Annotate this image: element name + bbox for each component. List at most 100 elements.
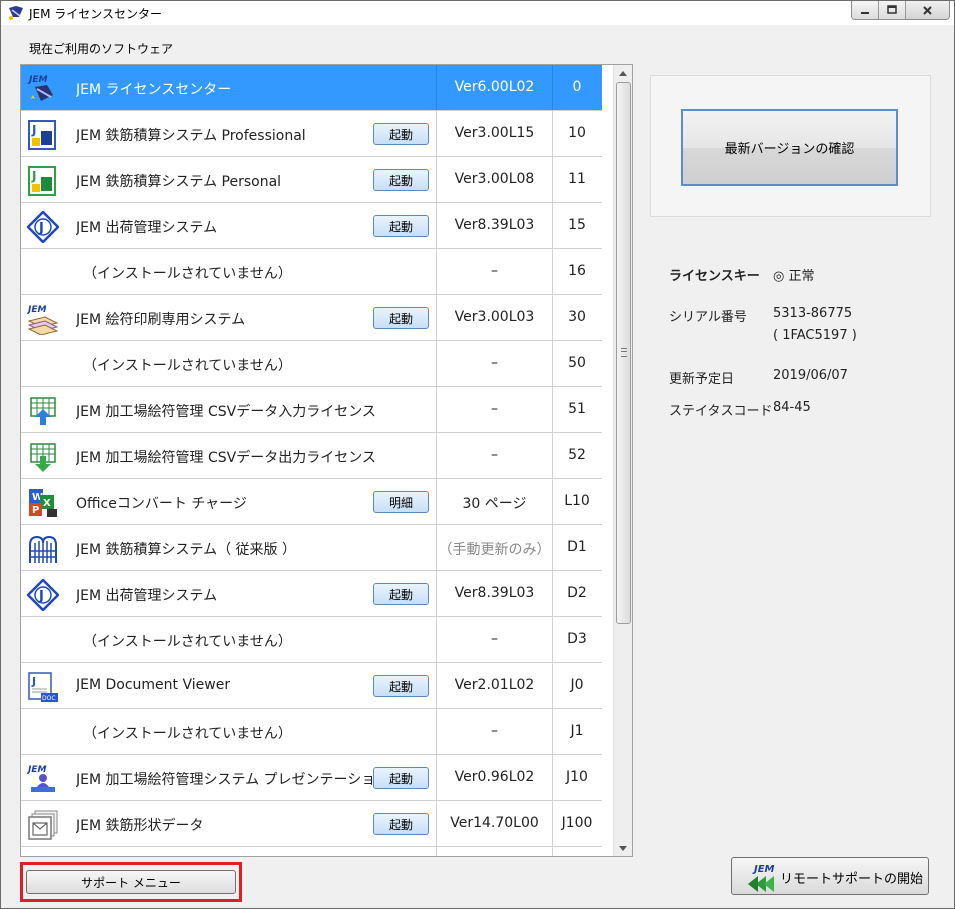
support-menu-button[interactable]: サポート メニュー: [26, 870, 236, 894]
table-row[interactable]: W X P Officeコンバート チャージ 明細 30 ページ L10: [21, 479, 602, 525]
jem-shipping-icon: J: [27, 579, 59, 611]
table-row[interactable]: JEM 加工場絵符管理 CSVデータ出力ライセンス – 52: [21, 433, 602, 479]
jem-license-center-icon: JEM: [27, 75, 53, 101]
csv-input-icon: [30, 397, 56, 425]
row-name: JEM ライセンスセンター: [76, 82, 232, 98]
row-name: JEM 加工場絵符管理 CSVデータ入力ライセンス: [76, 404, 376, 420]
table-row[interactable]: JEM 鉄筋形状データ 起動 Ver14.70L00 J100: [21, 801, 602, 847]
version-cell: Ver2.01L02: [436, 663, 553, 708]
row-version: Ver3.00L15: [454, 125, 535, 141]
window-controls: [851, 1, 950, 20]
row-version: （手動更新のみ）: [438, 542, 551, 558]
table-row[interactable]: J JEM 出荷管理システム 起動 Ver8.39L03 D2: [21, 571, 602, 617]
section-label: 現在ご利用のソフトウェア: [29, 42, 174, 56]
version-cell: （手動更新のみ）: [436, 525, 553, 570]
table-row[interactable]: JEM 加工場絵符管理 CSVデータ入力ライセンス – 51: [21, 387, 602, 433]
launch-button[interactable]: 起動: [373, 583, 429, 605]
launch-button[interactable]: 起動: [373, 215, 429, 237]
row-name: JEM 出荷管理システム: [76, 588, 218, 604]
svg-text:J: J: [31, 169, 36, 183]
svg-text:JEM: JEM: [27, 75, 47, 85]
row-code: 50: [568, 355, 586, 371]
launch-button[interactable]: 起動: [373, 813, 429, 835]
remote-support-icon: JEM: [748, 864, 775, 892]
version-cell: –: [436, 709, 553, 754]
csv-output-icon: [30, 443, 56, 472]
launch-button[interactable]: 起動: [373, 169, 429, 191]
table-row[interactable]: （インストールされていません） – 16: [21, 249, 602, 295]
row-code: 0: [572, 79, 582, 95]
status-code-label: ステイタスコード: [669, 404, 773, 419]
row-name: JEM 鉄筋積算システム（ 従来版 ）: [76, 542, 296, 558]
maximize-button[interactable]: [878, 1, 905, 19]
row-code: 51: [568, 401, 586, 417]
table-row[interactable]: J JEM 鉄筋積算システム Personal 起動 Ver3.00L08 11: [21, 157, 602, 203]
table-row[interactable]: J JEM 鉄筋積算システム Professional 起動 Ver3.00L1…: [21, 111, 602, 157]
remote-support-label: リモートサポートの開始: [780, 872, 924, 887]
table-row[interactable]: （インストールされていません） – D3: [21, 617, 602, 663]
scroll-up-button[interactable]: [614, 65, 632, 81]
table-row[interactable]: JEM JEM 絵符印刷専用システム 起動 Ver3.00L03 30: [21, 295, 602, 341]
table-row[interactable]: JEM JEM 加工場絵符管理システム プレゼンテーション 起動 Ver0.96…: [21, 755, 602, 801]
row-version: Ver14.70L00: [450, 815, 539, 831]
row-code: J100: [561, 815, 593, 831]
table-row[interactable]: （インストールされていません） – J1: [21, 709, 602, 755]
vertical-scrollbar[interactable]: [613, 65, 632, 856]
row-name: JEM 絵符印刷専用システム: [76, 312, 246, 328]
launch-button[interactable]: 起動: [373, 767, 429, 789]
grip-icon: [621, 348, 627, 357]
software-list[interactable]: JEM JEM ライセンスセンター Ver6.00L02 0 J JEM 鉄筋積…: [20, 64, 633, 857]
row-version: –: [491, 355, 498, 371]
row-name: （インストールされていません）: [83, 634, 292, 650]
row-code: J0: [570, 677, 584, 693]
launch-button[interactable]: 起動: [373, 307, 429, 329]
row-code: 11: [568, 171, 586, 187]
svg-text:J: J: [38, 221, 44, 236]
arrow-down-icon: [619, 845, 627, 851]
row-code: 30: [568, 309, 586, 325]
row-version: Ver8.39L03: [454, 585, 535, 601]
title-bar[interactable]: JEM ライセンスセンター: [1, 1, 954, 25]
minimize-button[interactable]: [852, 1, 878, 19]
row-name: Officeコンバート チャージ: [76, 496, 247, 512]
row-name: JEM Document Viewer: [76, 677, 231, 693]
version-cell: Ver3.00L03: [436, 295, 553, 340]
row-version: –: [491, 263, 498, 279]
version-cell: Ver8.39L03: [436, 571, 553, 616]
remote-support-button[interactable]: JEM リモートサポートの開始: [731, 857, 929, 895]
close-button[interactable]: [905, 1, 949, 19]
row-name: JEM 加工場絵符管理 CSVデータ出力ライセンス: [76, 450, 376, 466]
version-cell: –: [436, 617, 553, 662]
svg-text:DOC: DOC: [42, 695, 56, 702]
table-row[interactable]: J JEM 出荷管理システム 起動 Ver8.39L03 15: [21, 203, 602, 249]
row-version: Ver0.96L02: [454, 769, 535, 785]
row-version: Ver8.39L03: [454, 217, 535, 233]
svg-text:J: J: [31, 675, 36, 688]
app-icon: [9, 6, 23, 20]
scroll-down-button[interactable]: [614, 840, 632, 856]
table-row[interactable]: JEM JEM ライセンスセンター Ver6.00L02 0: [21, 65, 602, 111]
row-version: Ver3.00L03: [454, 309, 535, 325]
svg-text:J: J: [38, 589, 44, 604]
row-code: D3: [567, 631, 587, 647]
check-latest-version-button[interactable]: 最新バージョンの確認: [681, 109, 898, 186]
table-row[interactable]: J DOC JEM Document Viewer 起動 Ver2.01L02 …: [21, 663, 602, 709]
row-name: （インストールされていません）: [83, 266, 292, 282]
table-row[interactable]: JEM 鉄筋積算システム（ 従来版 ） （手動更新のみ） D1: [21, 525, 602, 571]
remote-logo-text: JEM: [752, 864, 775, 875]
maximize-icon: [887, 5, 897, 14]
window-title: JEM ライセンスセンター: [29, 7, 163, 21]
details-button[interactable]: 明細: [373, 491, 429, 513]
row-version: 30 ページ: [462, 496, 527, 512]
scroll-thumb[interactable]: [616, 82, 631, 624]
jem-shipping-icon: J: [27, 211, 59, 243]
version-cell: [436, 847, 553, 856]
presentation-icon: JEM: [27, 765, 55, 792]
version-cell: Ver8.39L03: [436, 203, 553, 248]
table-row[interactable]: （インストールされていません） – 50: [21, 341, 602, 387]
jem-tag-print-icon: JEM: [27, 305, 59, 335]
launch-button[interactable]: 起動: [373, 675, 429, 697]
row-code: 52: [568, 447, 586, 463]
version-cell: Ver0.96L02: [436, 755, 553, 800]
launch-button[interactable]: 起動: [373, 123, 429, 145]
